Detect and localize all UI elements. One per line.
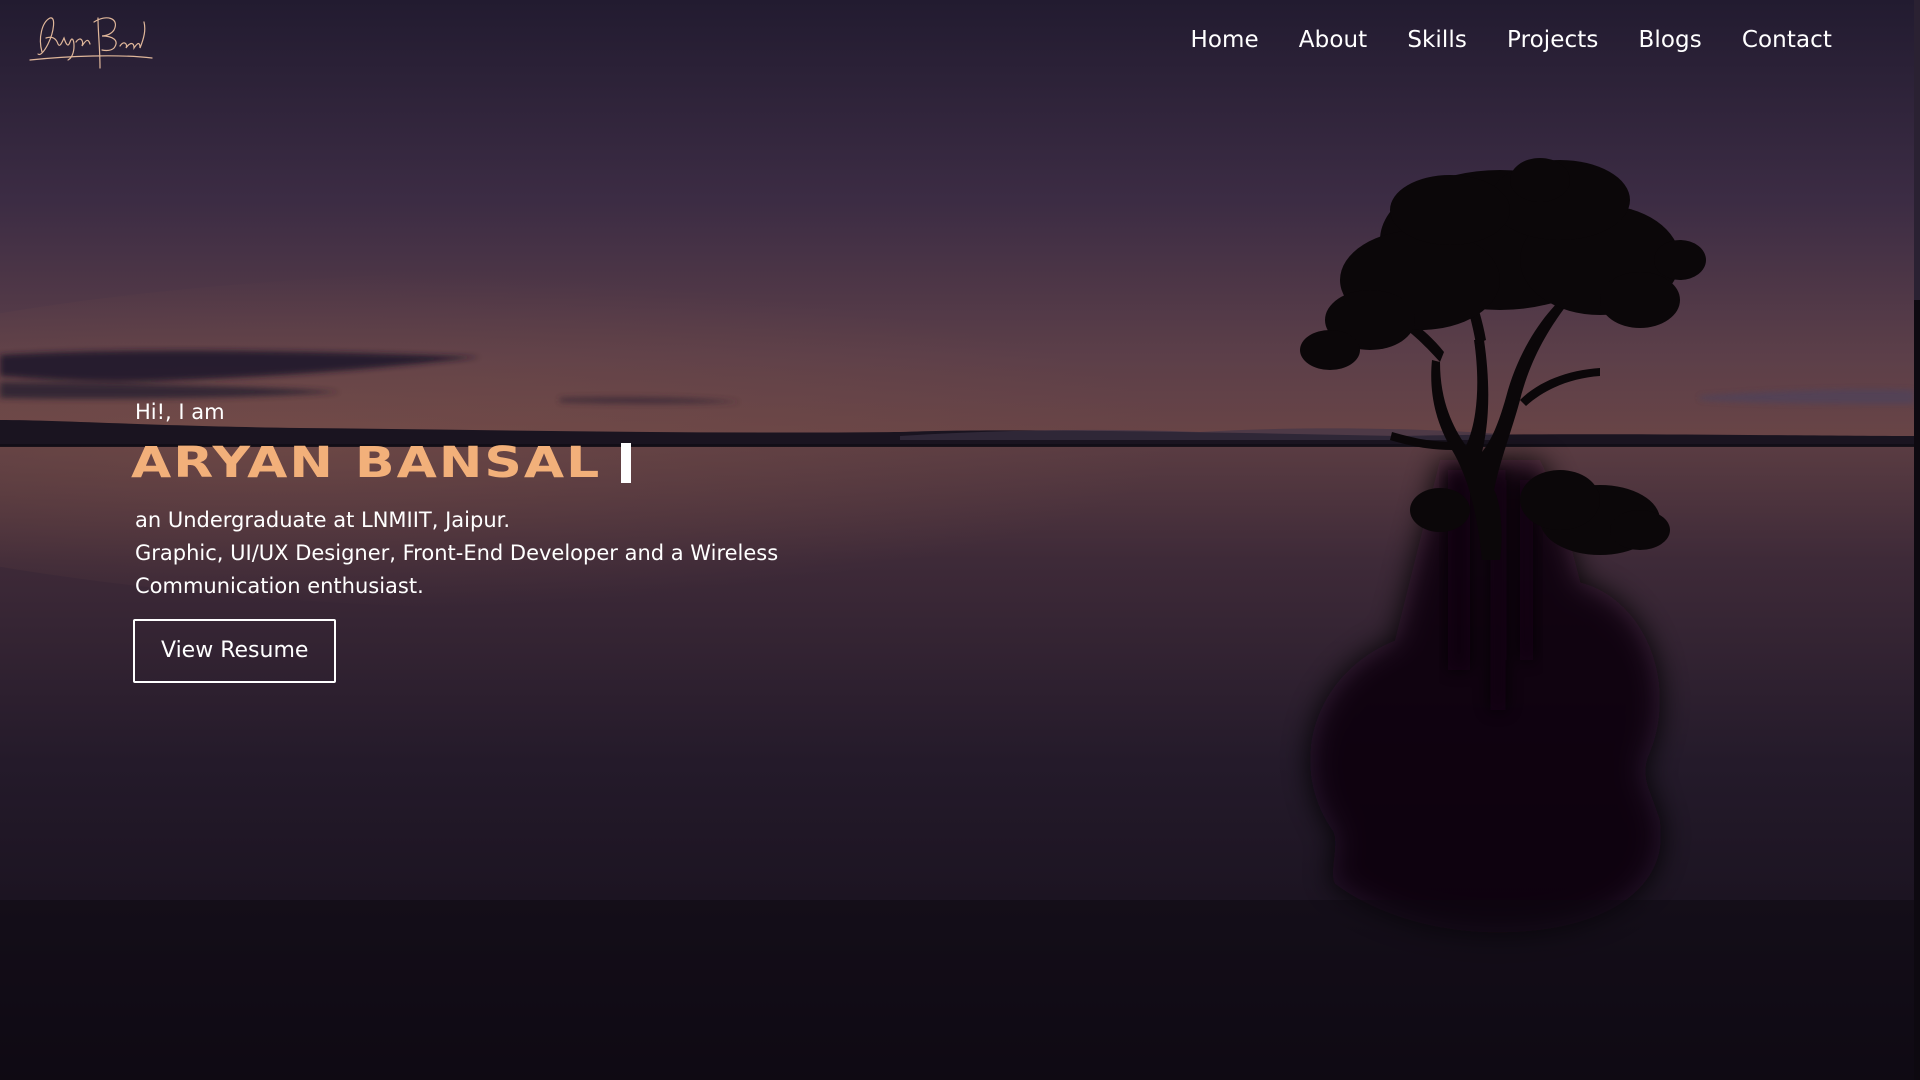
- page: Home About Skills Projects Blogs Contact…: [0, 0, 1920, 1080]
- nav-skills-link[interactable]: Skills: [1407, 27, 1467, 53]
- nav-contact-link[interactable]: Contact: [1742, 27, 1832, 53]
- scrollbar-track[interactable]: [1914, 0, 1920, 1080]
- view-resume-button[interactable]: View Resume: [133, 619, 337, 683]
- main-nav: Home About Skills Projects Blogs Contact: [1190, 27, 1832, 53]
- hero-description: an Undergraduate at LNMIIT, Jaipur. Grap…: [135, 504, 853, 603]
- hero-description-line-3: Communication enthusiast.: [135, 574, 424, 598]
- typing-cursor: [621, 443, 632, 483]
- hero-description-line-1: an Undergraduate at LNMIIT, Jaipur.: [135, 508, 511, 532]
- nav-home-link[interactable]: Home: [1190, 27, 1258, 53]
- nav-about-link[interactable]: About: [1299, 27, 1368, 53]
- hero-description-line-2: Graphic, UI/UX Designer, Front-End Devel…: [135, 541, 779, 565]
- hero-name-row: ARYAN BANSAL: [131, 434, 853, 492]
- hero-name: ARYAN BANSAL: [131, 438, 602, 488]
- nav-projects-link[interactable]: Projects: [1507, 27, 1598, 53]
- nav-blogs-link[interactable]: Blogs: [1638, 27, 1701, 53]
- hero-section: Hi!, I am ARYAN BANSAL an Undergraduate …: [131, 400, 853, 683]
- scrollbar-thumb[interactable]: [1914, 0, 1920, 300]
- hero-greeting: Hi!, I am: [135, 400, 225, 424]
- logo-signature[interactable]: [28, 8, 154, 78]
